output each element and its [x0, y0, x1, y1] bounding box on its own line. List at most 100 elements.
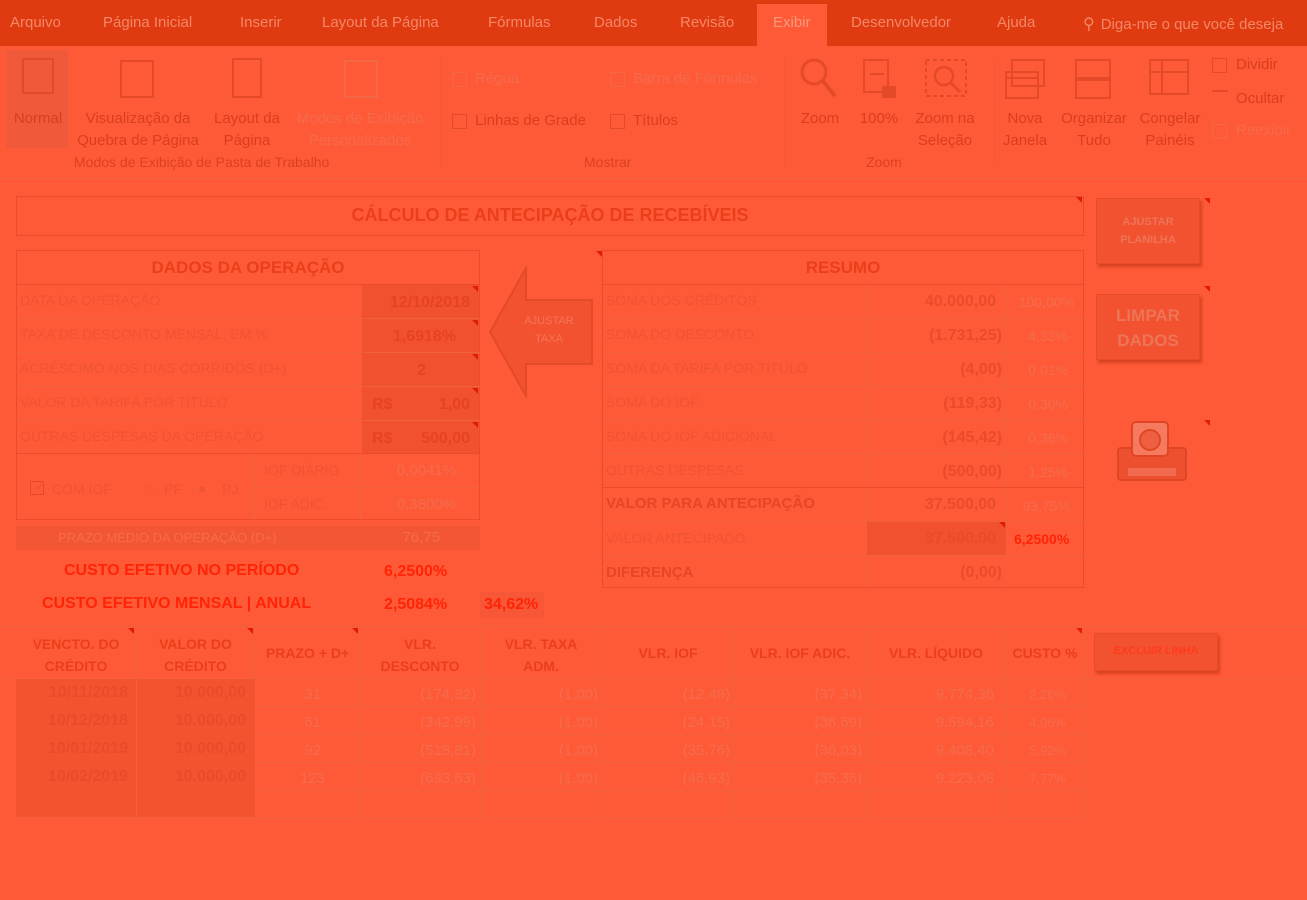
formula-bar-checkbox[interactable]	[610, 72, 625, 87]
comment-indicator	[1204, 198, 1210, 204]
new-window-button[interactable]: Nova Janela	[998, 50, 1052, 149]
normal-view-button[interactable]: Normal	[6, 50, 68, 148]
summary-iof-adic-pct: 0,36%	[1028, 430, 1068, 446]
cell-iof-adic: (37,34)	[814, 686, 862, 703]
fee-per-title-input[interactable]: 1,00	[362, 396, 470, 414]
divider	[602, 352, 1084, 353]
divider	[602, 284, 1084, 285]
divider	[602, 555, 1084, 556]
normal-view-icon	[22, 58, 54, 94]
divider	[16, 818, 1084, 819]
divider	[16, 386, 480, 387]
ruler-label: Régua	[475, 70, 520, 87]
tell-me-search[interactable]: ⚲ Diga-me o que você deseja	[1083, 14, 1283, 34]
page-layout-button[interactable]: Layout da Página	[210, 50, 284, 149]
cell-credit-value[interactable]: 10.000,00	[136, 740, 246, 758]
ribbon-tab-bar: Arquivo Página Inicial Inserir Layout da…	[0, 0, 1307, 46]
group-label-modes: Modos de Exibição de Pasta de Trabalho	[74, 154, 330, 170]
group-separator	[994, 58, 995, 166]
tab-formulas[interactable]: Fórmulas	[488, 14, 551, 31]
cell-iof: (24,15)	[682, 714, 730, 731]
comment-indicator	[472, 320, 478, 326]
headings-checkbox[interactable]	[610, 114, 625, 129]
divider	[0, 626, 1307, 627]
comment-indicator	[596, 251, 602, 257]
cell-cost-pct: 5,92%	[1029, 743, 1066, 758]
arrange-all-label: Organizar Tudo	[1061, 110, 1127, 149]
pf-radio[interactable]: ○	[146, 480, 154, 496]
hide-button[interactable]: Ocultar	[1236, 88, 1284, 110]
zoom-100-button[interactable]: 100%	[854, 50, 904, 148]
operation-date-input[interactable]: 12/10/2018	[362, 294, 470, 312]
tab-inserir[interactable]: Inserir	[240, 14, 282, 31]
cell-credit-value[interactable]: 10.000,00	[136, 684, 246, 702]
cell-due-date[interactable]: 10/01/2019	[16, 740, 128, 758]
cell-iof-adic: (36,69)	[814, 714, 862, 731]
freeze-panes-button[interactable]: Congelar Painéis	[1134, 50, 1206, 149]
delete-row-button[interactable]: EXCLUIR LINHA	[1094, 633, 1218, 671]
group-label-show: Mostrar	[584, 154, 632, 170]
zoom-button[interactable]: Zoom	[792, 50, 848, 148]
split-button[interactable]: Dividir	[1236, 54, 1278, 76]
cell-admin-fee: (1,00)	[558, 714, 598, 731]
divider	[602, 453, 1084, 454]
col-header-iof-adic: VLR. IOF ADIC.	[749, 645, 851, 661]
cell-due-date[interactable]: 10/11/2018	[16, 684, 128, 702]
tab-layout-da-pagina[interactable]: Layout da Página	[322, 14, 439, 31]
tab-exibir[interactable]: Exibir	[757, 4, 827, 46]
operation-header: DADOS DA OPERAÇÃO	[151, 258, 345, 277]
cell-net-value: 9.594,16	[935, 714, 994, 731]
divider	[16, 318, 480, 319]
tell-me-text: Diga-me o que você deseja	[1100, 16, 1284, 33]
tab-revisao[interactable]: Revisão	[680, 14, 734, 31]
custom-views-label: Modos de Exibição Personalizados	[296, 110, 424, 149]
cell-net-value: 9.408,40	[935, 742, 994, 759]
ruler-checkbox[interactable]	[452, 72, 467, 87]
discount-rate-input[interactable]: 1,6918%	[362, 328, 456, 346]
pj-radio[interactable]: ●	[198, 480, 206, 496]
cell-due-date[interactable]: 10/02/2019	[16, 768, 128, 786]
comment-indicator	[472, 286, 478, 292]
custom-views-icon	[344, 60, 378, 98]
ribbon-bottom-border	[0, 178, 1307, 179]
tab-arquivo[interactable]: Arquivo	[10, 14, 61, 31]
comment-indicator	[352, 628, 358, 634]
new-window-label: Nova Janela	[1002, 110, 1048, 149]
tab-pagina-inicial[interactable]: Página Inicial	[103, 14, 192, 31]
divider	[16, 420, 480, 421]
summary-difference-label: DIFERENÇA	[606, 564, 694, 581]
summary-advanced-input[interactable]: 37.500,00	[868, 530, 996, 548]
unhide-button[interactable]: Reexibir	[1236, 120, 1291, 142]
tab-dados[interactable]: Dados	[594, 14, 637, 31]
zoom-100-icon	[863, 59, 896, 98]
divider	[16, 352, 480, 353]
cell-credit-value[interactable]: 10.000,00	[136, 712, 246, 730]
tab-ajuda[interactable]: Ajuda	[997, 14, 1035, 31]
comment-indicator	[999, 522, 1005, 528]
adjust-sheet-button[interactable]: AJUSTAR PLANILHA	[1096, 198, 1200, 264]
cell-credit-value[interactable]: 10.000,00	[136, 768, 246, 786]
extra-days-input[interactable]: 2	[362, 362, 426, 380]
tab-desenvolvedor[interactable]: Desenvolvedor	[851, 14, 951, 31]
other-expenses-label: OUTRAS DESPESAS DA OPERAÇÃO	[20, 428, 264, 444]
printer-icon[interactable]	[1114, 418, 1190, 484]
split-icon	[1212, 58, 1227, 73]
headings-label: Títulos	[633, 112, 679, 129]
cell-due-date[interactable]: 10/12/2018	[16, 712, 128, 730]
cell-term: 123	[299, 770, 325, 787]
clear-data-button[interactable]: LIMPAR DADOS	[1096, 294, 1200, 360]
monthly-annual-cost-label: CUSTO EFETIVO MENSAL | ANUAL	[42, 595, 312, 612]
arrange-all-button[interactable]: Organizar Tudo	[1056, 50, 1132, 149]
cell-cost-pct: 4,06%	[1029, 715, 1066, 730]
zoom-selection-button[interactable]: Zoom na Seleção	[906, 50, 984, 149]
page-break-preview-button[interactable]: Visualização da Quebra de Página	[72, 50, 204, 149]
custom-views-button[interactable]: Modos de Exibição Personalizados	[290, 50, 430, 149]
iof-adic-value: 0,3800%	[396, 496, 456, 513]
gridlines-checkbox[interactable]	[452, 114, 467, 129]
comment-indicator	[1204, 420, 1210, 426]
hide-icon	[1212, 90, 1228, 92]
com-iof-label: COM IOF	[52, 481, 112, 497]
divider	[1084, 626, 1085, 818]
other-expenses-input[interactable]: 500,00	[362, 430, 470, 448]
zoom-selection-label: Zoom na Seleção	[915, 110, 975, 149]
